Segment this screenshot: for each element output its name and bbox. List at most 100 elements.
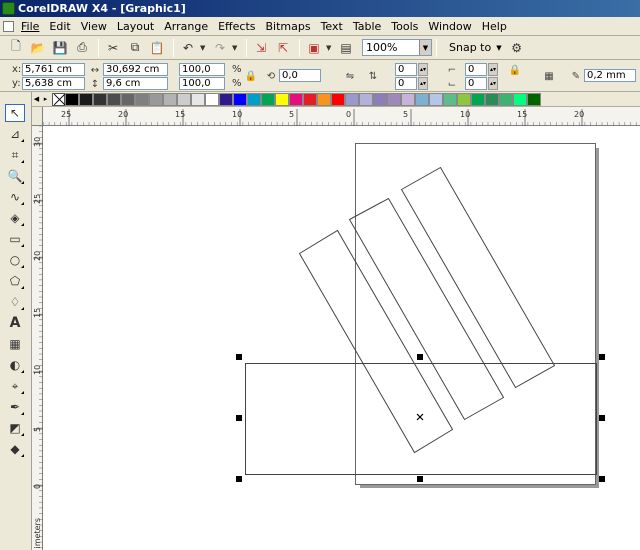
zoom-tool-icon[interactable]: 🔍 [5,167,25,185]
color-swatch[interactable] [233,92,247,106]
y-position-field[interactable]: 5,638 cm [22,77,85,90]
color-swatch[interactable] [247,92,261,106]
table-tool-icon[interactable]: ▦ [5,335,25,353]
color-swatch[interactable] [317,92,331,106]
corner-bottom-right-field[interactable]: 0 [465,77,487,90]
undo-dropdown-icon[interactable]: ▼ [200,44,208,52]
lock-corners-icon[interactable]: 🔒 [508,63,522,77]
corner-top-left-field[interactable]: 0 [395,63,417,76]
color-swatch[interactable] [191,92,205,106]
color-swatch[interactable] [261,92,275,106]
rotation-field[interactable]: 0,0 [279,69,321,82]
menu-tools[interactable]: Tools [388,18,425,35]
color-swatch[interactable] [513,92,527,106]
open-icon[interactable]: 📂 [28,38,48,58]
color-swatch[interactable] [107,92,121,106]
menu-layout[interactable]: Layout [114,18,161,35]
application-launcher-icon[interactable]: ▣ [304,38,324,58]
color-swatch[interactable] [471,92,485,106]
spin-icon[interactable]: ▴▾ [418,77,428,90]
color-swatch[interactable] [65,92,79,106]
ellipse-tool-icon[interactable]: ○ [5,251,25,269]
color-swatch[interactable] [443,92,457,106]
menu-text[interactable]: Text [318,18,350,35]
fill-tool-icon[interactable]: ◩ [5,419,25,437]
color-swatch[interactable] [345,92,359,106]
color-swatch[interactable] [79,92,93,106]
launcher-dropdown-icon[interactable]: ▼ [326,44,334,52]
corner-bottom-left-field[interactable]: 0 [395,77,417,90]
color-swatch[interactable] [205,92,219,106]
selection-handle-bottom-right[interactable] [599,476,605,482]
menu-bitmaps[interactable]: Bitmaps [262,18,317,35]
spin-icon[interactable]: ▴▾ [488,63,498,76]
selection-handle-top[interactable] [417,354,423,360]
palette-scroll-left-icon[interactable]: ◀ [32,93,41,106]
color-swatch[interactable] [177,92,191,106]
color-swatch[interactable] [373,92,387,106]
scale-width-field[interactable]: 100,0 [179,63,225,76]
document-menu-icon[interactable] [3,20,14,32]
color-swatch[interactable] [359,92,373,106]
redo-icon[interactable]: ↷ [210,38,230,58]
save-icon[interactable]: 💾 [50,38,70,58]
color-swatch[interactable] [289,92,303,106]
color-swatch[interactable] [163,92,177,106]
selection-handle-bottom-left[interactable] [236,476,242,482]
color-swatch[interactable] [401,92,415,106]
selection-handle-bottom[interactable] [417,476,423,482]
redo-dropdown-icon[interactable]: ▼ [232,44,240,52]
welcome-screen-icon[interactable]: ▤ [336,38,356,58]
chevron-down-icon[interactable]: ▼ [496,44,501,52]
color-swatch[interactable] [429,92,443,106]
options-icon[interactable]: ⚙ [507,38,527,58]
color-swatch[interactable] [457,92,471,106]
basic-shapes-tool-icon[interactable]: ♢ [5,293,25,311]
polygon-tool-icon[interactable]: ⬠ [5,272,25,290]
interactive-fill-tool-icon[interactable]: ◆ [5,440,25,458]
color-swatch[interactable] [149,92,163,106]
selection-handle-top-left[interactable] [236,354,242,360]
import-icon[interactable]: ⇲ [251,38,271,58]
menu-effects[interactable]: Effects [215,18,262,35]
mirror-vertical-icon[interactable]: ⇅ [366,69,380,83]
color-swatch[interactable] [527,92,541,106]
menu-file[interactable]: File [18,18,46,35]
ruler-origin[interactable] [32,107,43,126]
color-swatch[interactable] [485,92,499,106]
zoom-level-select[interactable]: 100% ▼ [362,39,432,56]
color-swatch[interactable] [135,92,149,106]
undo-icon[interactable]: ↶ [178,38,198,58]
mirror-horizontal-icon[interactable]: ⇋ [343,69,357,83]
color-swatch[interactable] [275,92,289,106]
menu-table[interactable]: Table [350,18,388,35]
menu-view[interactable]: View [78,18,114,35]
chevron-down-icon[interactable]: ▼ [419,40,431,55]
color-swatch[interactable] [219,92,233,106]
pick-tool-icon[interactable]: ↖ [5,104,25,122]
spin-icon[interactable]: ▴▾ [488,77,498,90]
paste-icon[interactable]: 📋 [147,38,167,58]
color-swatch[interactable] [387,92,401,106]
export-icon[interactable]: ⇱ [273,38,293,58]
menu-edit[interactable]: Edit [46,18,77,35]
copy-icon[interactable]: ⧉ [125,38,145,58]
smart-fill-tool-icon[interactable]: ◈ [5,209,25,227]
width-field[interactable]: 30,692 cm [103,63,168,76]
menu-help[interactable]: Help [479,18,514,35]
corner-top-right-field[interactable]: 0 [465,63,487,76]
selection-handle-right[interactable] [599,415,605,421]
color-swatch[interactable] [93,92,107,106]
drawing-canvas[interactable] [43,126,640,550]
new-icon[interactable]: 🗋 [6,38,26,58]
snap-to-button[interactable]: Snap to ▼ [449,41,502,54]
scale-height-field[interactable]: 100,0 [179,77,225,90]
height-field[interactable]: 9,6 cm [103,77,168,90]
interactive-blend-tool-icon[interactable]: ◐ [5,356,25,374]
color-swatch[interactable] [121,92,135,106]
crop-tool-icon[interactable]: ⌗ [5,146,25,164]
color-swatch[interactable] [415,92,429,106]
shape-tool-icon[interactable]: ⊿ [5,125,25,143]
text-tool-icon[interactable]: A [5,314,25,332]
outline-tool-icon[interactable]: ✒ [5,398,25,416]
